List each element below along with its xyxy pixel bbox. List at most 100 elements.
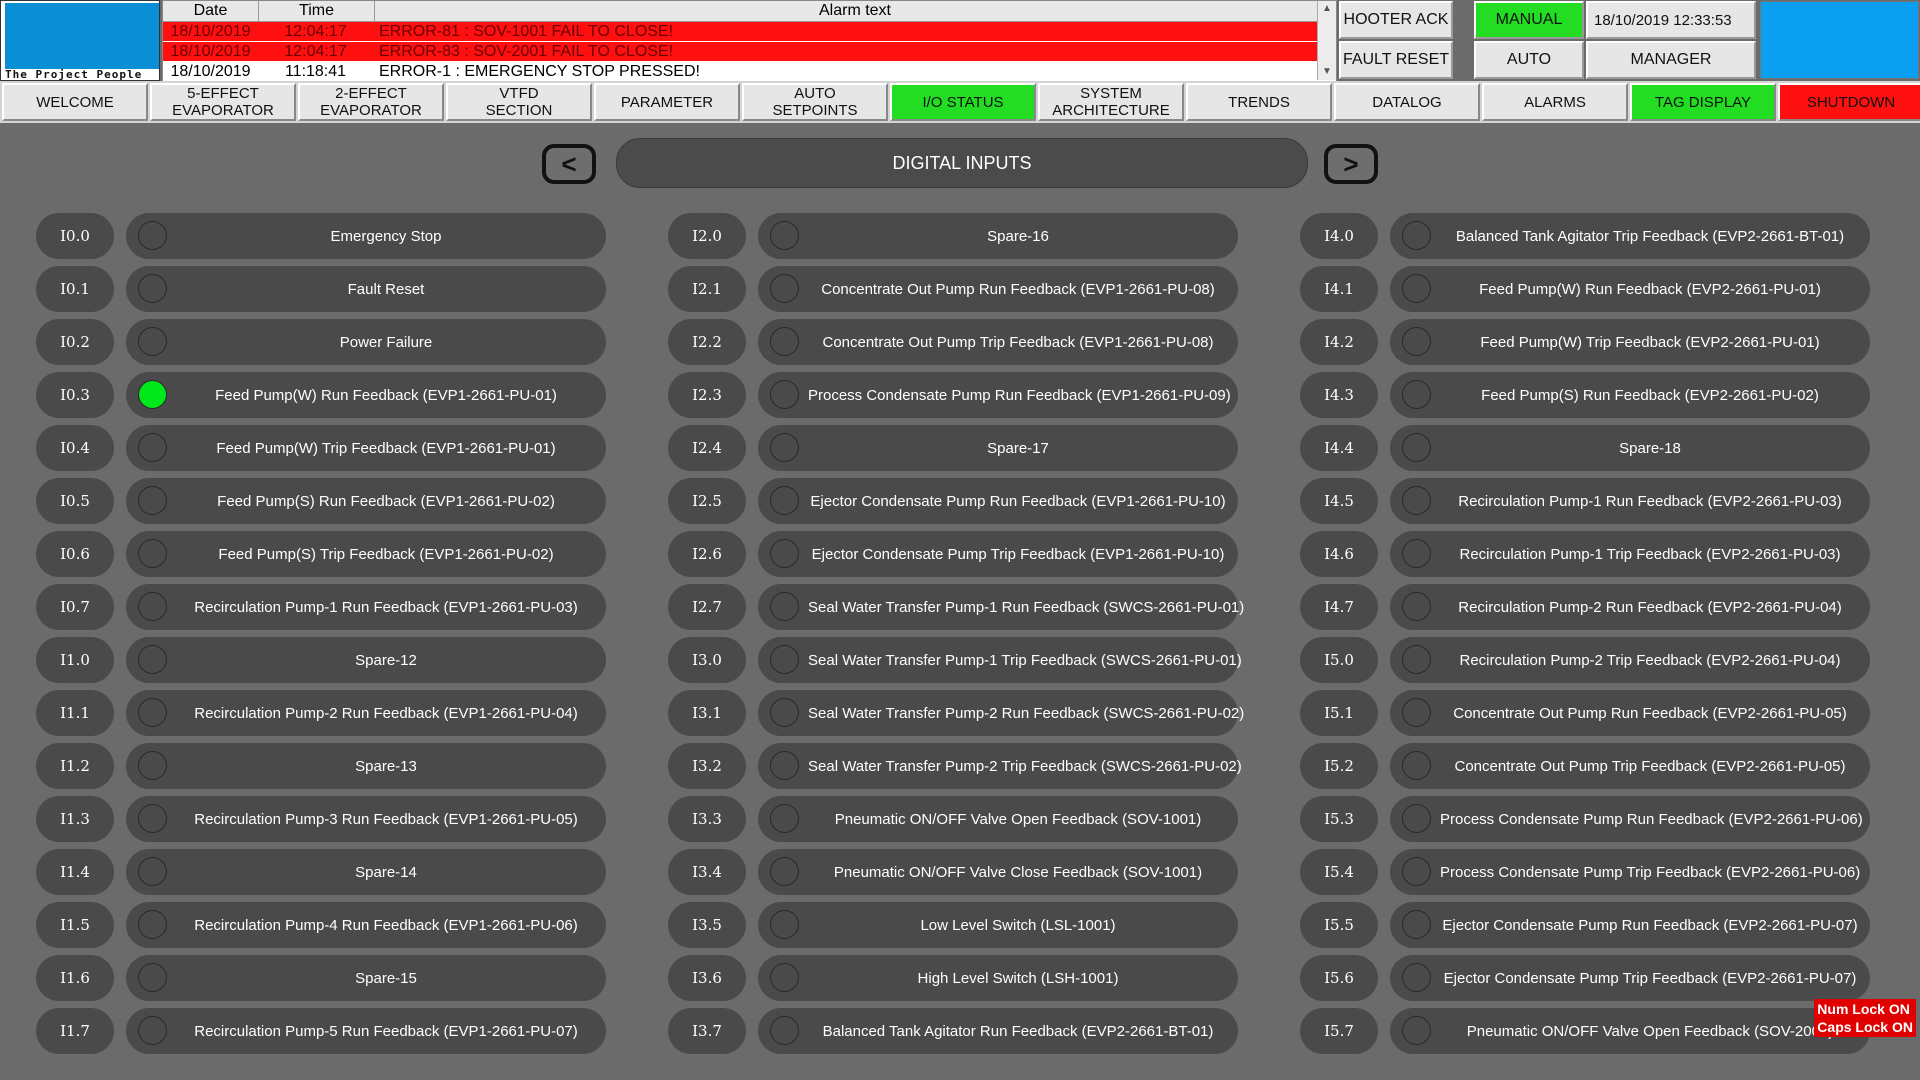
status-lamp-icon (138, 1016, 167, 1045)
io-description: Pneumatic ON/OFF Valve Open Feedback (SO… (834, 810, 1202, 828)
datetime-display: 18/10/2019 12:33:53 (1586, 1, 1756, 39)
io-address-label: I5.5 (1300, 902, 1378, 948)
io-address-label: I2.2 (668, 319, 746, 365)
user-login-panel[interactable] (1760, 1, 1919, 79)
io-description: Recirculation Pump-3 Run Feedback (EVP1-… (194, 810, 578, 828)
tab-datalog[interactable]: DATALOG (1334, 83, 1480, 121)
status-lamp-icon (138, 857, 167, 886)
io-address-label: I3.6 (668, 955, 746, 1001)
status-lamp-icon (138, 592, 167, 621)
status-lamp-icon (1402, 486, 1431, 515)
io-address-label: I5.4 (1300, 849, 1378, 895)
status-lamp-icon (770, 645, 799, 674)
tab-label: VTFD SECTION (485, 85, 553, 119)
io-address-label: I3.0 (668, 637, 746, 683)
tab-label: TAG DISPLAY (1654, 93, 1752, 111)
status-lamp-icon (1402, 857, 1431, 886)
hooter-ack-button[interactable]: HOOTER ACK (1339, 1, 1453, 39)
io-description-panel: Seal Water Transfer Pump-1 Run Feedback … (758, 584, 1244, 630)
tab-system-architecture[interactable]: SYSTEM ARCHITECTURE (1038, 83, 1184, 121)
alarm-date: 18/10/2019 (170, 43, 251, 60)
io-description: Concentrate Out Pump Trip Feedback (EVP1… (822, 333, 1214, 351)
io-description-panel: Process Condensate Pump Trip Feedback (E… (1390, 849, 1870, 895)
io-description-panel: Ejector Condensate Pump Run Feedback (EV… (1390, 902, 1870, 948)
keyboard-status: Num Lock ON Caps Lock ON (1814, 999, 1916, 1037)
io-description-panel: Recirculation Pump-1 Trip Feedback (EVP2… (1390, 531, 1870, 577)
io-address-label: I1.0 (36, 637, 114, 683)
io-description-panel: Balanced Tank Agitator Trip Feedback (EV… (1390, 213, 1870, 259)
io-description-panel: Spare-14 (126, 849, 606, 895)
caps-lock-status: Caps Lock ON (1817, 1019, 1913, 1035)
tab-2-effect-evaporator[interactable]: 2-EFFECT EVAPORATOR (298, 83, 444, 121)
io-description: Recirculation Pump-1 Run Feedback (EVP1-… (194, 598, 578, 616)
tab-vtfd-section[interactable]: VTFD SECTION (446, 83, 592, 121)
tab-parameter[interactable]: PARAMETER (594, 83, 740, 121)
alarm-row[interactable]: 18/10/2019 12:04:17 ERROR-83 : SOV-2001 FA… (163, 42, 1336, 62)
io-address-label: I0.1 (36, 266, 114, 312)
tab-label: TRENDS (1228, 93, 1290, 111)
alarm-row[interactable]: 18/10/2019 11:18:41 ERROR-1 : EMERGENCY ST… (163, 62, 1336, 82)
scroll-down-icon[interactable]: ▼ (1318, 64, 1336, 80)
io-description: Feed Pump(W) Trip Feedback (EVP1-2661-PU… (216, 439, 556, 457)
io-description-panel: Recirculation Pump-2 Trip Feedback (EVP2… (1390, 637, 1870, 683)
status-lamp-icon (770, 857, 799, 886)
io-description: Recirculation Pump-5 Run Feedback (EVP1-… (194, 1022, 578, 1040)
io-address-label: I0.0 (36, 213, 114, 259)
io-description-panel: Concentrate Out Pump Run Feedback (EVP2-… (1390, 690, 1870, 736)
tab-trends[interactable]: TRENDS (1186, 83, 1332, 121)
status-lamp-icon (770, 380, 799, 409)
tab-alarms[interactable]: ALARMS (1482, 83, 1628, 121)
status-lamp-icon (138, 486, 167, 515)
tab-5-effect-evaporator[interactable]: 5-EFFECT EVAPORATOR (150, 83, 296, 121)
tab-shutdown[interactable]: SHUTDOWN (1778, 83, 1920, 121)
next-page-button[interactable]: > (1324, 144, 1378, 184)
status-lamp-icon (770, 1016, 799, 1045)
alarm-scrollbar[interactable]: ▲ ▼ (1317, 1, 1336, 80)
chevron-left-icon: < (561, 148, 577, 179)
io-description: Process Condensate Pump Trip Feedback (E… (1440, 863, 1861, 881)
io-address-label: I2.6 (668, 531, 746, 577)
status-lamp-icon (1402, 380, 1431, 409)
alarm-row[interactable]: 18/10/2019 12:04:17 ERROR-81 : SOV-1001 FA… (163, 22, 1336, 42)
io-address-label: I0.2 (36, 319, 114, 365)
io-description-panel: Ejector Condensate Pump Run Feedback (EV… (758, 478, 1238, 524)
alarm-header-time: Time (259, 1, 375, 21)
previous-page-button[interactable]: < (542, 144, 596, 184)
tab-label: DATALOG (1372, 93, 1442, 111)
io-address-label: I0.5 (36, 478, 114, 524)
status-lamp-icon (138, 645, 167, 674)
scroll-up-icon[interactable]: ▲ (1318, 1, 1336, 17)
io-address-label: I1.6 (36, 955, 114, 1001)
manager-button[interactable]: MANAGER (1586, 41, 1756, 79)
io-description-panel: Feed Pump(W) Run Feedback (EVP1-2661-PU-… (126, 372, 606, 418)
io-address-label: I3.7 (668, 1008, 746, 1054)
io-description-panel: Pneumatic ON/OFF Valve Open Feedback (SO… (1390, 1008, 1870, 1054)
tab-i-o-status[interactable]: I/O STATUS (890, 83, 1036, 121)
io-address-label: I5.0 (1300, 637, 1378, 683)
io-address-label: I1.7 (36, 1008, 114, 1054)
status-lamp-icon (770, 539, 799, 568)
fault-reset-button[interactable]: FAULT RESET (1339, 41, 1453, 79)
auto-mode-button[interactable]: AUTO (1474, 41, 1584, 79)
status-lamp-icon (770, 698, 799, 727)
tab-welcome[interactable]: WELCOME (2, 83, 148, 121)
status-lamp-icon (1402, 327, 1431, 356)
tab-label: WELCOME (36, 93, 114, 111)
io-description-panel: Power Failure (126, 319, 606, 365)
io-description: High Level Switch (LSH-1001) (917, 969, 1119, 987)
alarm-table-header: Date Time Alarm text (163, 1, 1336, 22)
tab-tag-display[interactable]: TAG DISPLAY (1630, 83, 1776, 121)
manual-mode-button[interactable]: MANUAL (1474, 1, 1584, 39)
io-address-label: I4.3 (1300, 372, 1378, 418)
tab-label: PARAMETER (620, 93, 714, 111)
io-address-label: I0.7 (36, 584, 114, 630)
io-description: Seal Water Transfer Pump-2 Run Feedback … (808, 704, 1245, 722)
status-lamp-icon (1402, 539, 1431, 568)
tab-auto-setpoints[interactable]: AUTO SETPOINTS (742, 83, 888, 121)
io-address-label: I0.4 (36, 425, 114, 471)
io-description-panel: Recirculation Pump-3 Run Feedback (EVP1-… (126, 796, 606, 842)
status-lamp-icon (770, 274, 799, 303)
io-description-panel: Spare-13 (126, 743, 606, 789)
status-lamp-icon (138, 221, 167, 250)
io-address-label: I2.0 (668, 213, 746, 259)
